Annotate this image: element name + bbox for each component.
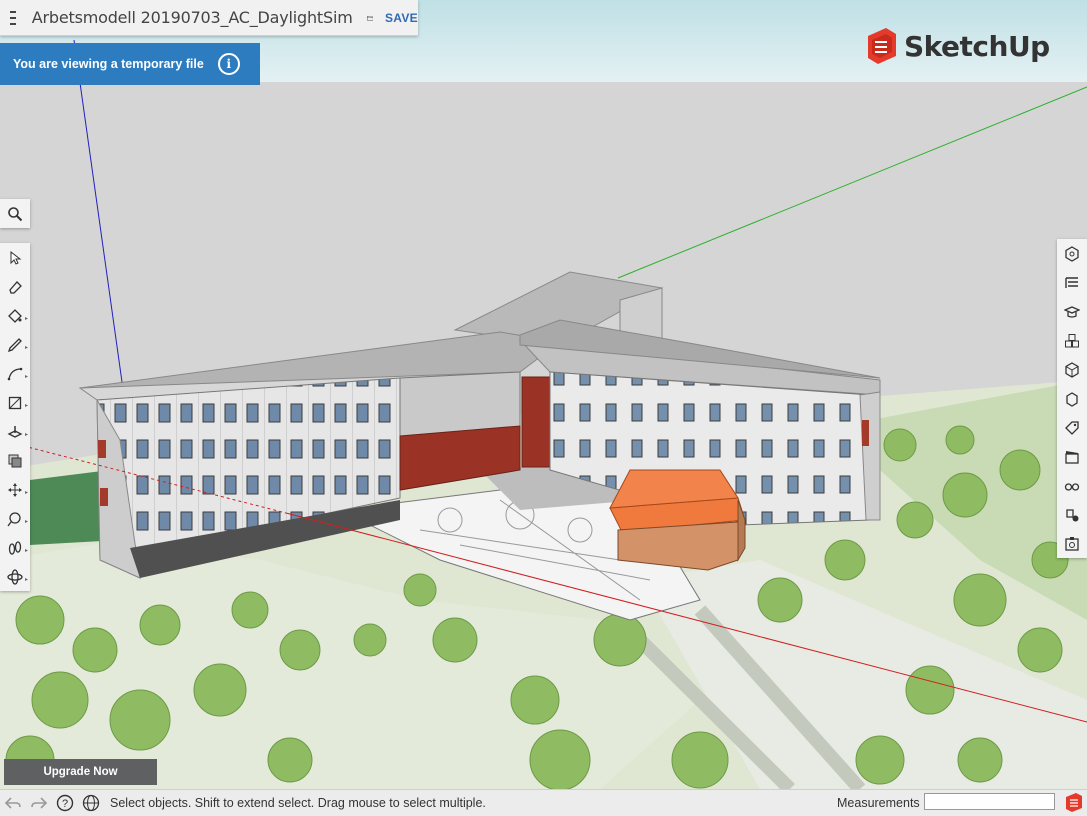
eraser-tool-button[interactable]	[0, 272, 30, 301]
instructor-icon	[1064, 305, 1080, 318]
pencil-icon	[7, 337, 22, 352]
sketchup-mini-icon[interactable]	[1064, 792, 1084, 813]
save-button[interactable]: SAVE	[385, 11, 418, 25]
components-icon	[1065, 333, 1079, 347]
orbit-icon	[7, 568, 23, 585]
model-viewport[interactable]	[0, 0, 1087, 789]
components-button[interactable]	[1057, 326, 1087, 355]
brand-name: SketchUp	[904, 29, 1050, 63]
push-pull-icon	[7, 425, 23, 438]
search-icon	[8, 206, 23, 221]
status-bar: ? Select objects. Shift to extend select…	[0, 789, 1087, 816]
undo-button[interactable]	[0, 792, 26, 814]
shadows-button[interactable]	[1057, 500, 1087, 529]
styles-button[interactable]	[1057, 384, 1087, 413]
offset-icon	[8, 454, 22, 467]
help-icon: ?	[56, 794, 74, 812]
search-button[interactable]	[0, 199, 30, 228]
tape-measure-icon	[7, 511, 21, 526]
offset-tool-button[interactable]	[0, 446, 30, 475]
styles-icon	[1066, 391, 1078, 407]
entity-info-icon	[1065, 245, 1079, 262]
push-pull-tool-button[interactable]: ▸	[0, 417, 30, 446]
temporary-file-banner: You are viewing a temporary file i	[0, 43, 260, 85]
upgrade-now-button[interactable]: Upgrade Now	[4, 759, 157, 785]
model-canvas	[0, 0, 1087, 789]
rectangle-icon	[8, 396, 22, 409]
select-arrow-icon	[10, 250, 22, 265]
orbit-tool-button[interactable]: ▸	[0, 562, 30, 591]
outliner-icon	[1065, 276, 1078, 288]
sketchup-logo-icon	[868, 28, 896, 64]
pencil-tool-button[interactable]: ▸	[0, 330, 30, 359]
sketchup-logo: SketchUp	[864, 26, 1050, 66]
paint-bucket-icon	[8, 308, 22, 323]
arc-icon	[7, 367, 23, 380]
info-icon[interactable]: i	[217, 53, 240, 75]
display-button[interactable]	[1057, 471, 1087, 500]
outliner-button[interactable]	[1057, 268, 1087, 297]
materials-button[interactable]	[1057, 355, 1087, 384]
folder-icon[interactable]	[366, 9, 373, 27]
file-bar: Arbetsmodell 20190703_AC_DaylightSim SAV…	[0, 0, 418, 36]
left-tool-toolbar: ▸ ▸ ▸ ▸ ▸ ▸ ▸ ▸ ▸	[0, 243, 30, 591]
materials-icon	[1065, 361, 1079, 378]
redo-icon	[31, 797, 48, 809]
move-icon	[8, 482, 22, 497]
move-tool-button[interactable]: ▸	[0, 475, 30, 504]
geo-location-button[interactable]	[78, 792, 104, 814]
rectangle-tool-button[interactable]: ▸	[0, 388, 30, 417]
tape-measure-tool-button[interactable]: ▸	[0, 504, 30, 533]
undo-icon	[4, 797, 21, 809]
status-hint: Select objects. Shift to extend select. …	[110, 796, 486, 810]
entity-info-button[interactable]	[1057, 239, 1087, 268]
paint-bucket-tool-button[interactable]: ▸	[0, 301, 30, 330]
redo-button[interactable]	[26, 792, 52, 814]
eraser-icon	[9, 280, 22, 294]
measurements-input[interactable]	[924, 793, 1055, 810]
arc-tool-button[interactable]: ▸	[0, 359, 30, 388]
select-tool-button[interactable]	[0, 243, 30, 272]
menu-icon[interactable]	[8, 9, 18, 27]
walk-icon	[8, 540, 22, 555]
svg-text:?: ?	[62, 798, 68, 810]
banner-text: You are viewing a temporary file	[13, 57, 204, 71]
measurements-label: Measurements	[837, 796, 920, 810]
instructor-button[interactable]	[1057, 297, 1087, 326]
tags-button[interactable]	[1057, 413, 1087, 442]
display-icon	[1064, 482, 1080, 491]
solar-north-icon	[1065, 536, 1079, 551]
help-button[interactable]: ?	[52, 792, 78, 814]
scenes-button[interactable]	[1057, 442, 1087, 471]
tags-icon	[1065, 420, 1079, 435]
walk-tool-button[interactable]: ▸	[0, 533, 30, 562]
scenes-icon	[1065, 450, 1079, 464]
globe-icon	[82, 794, 100, 812]
right-panel-toolbar	[1057, 239, 1087, 558]
shadows-icon	[1066, 508, 1079, 521]
search-toolbar	[0, 199, 30, 228]
solar-north-button[interactable]	[1057, 529, 1087, 558]
file-name[interactable]: Arbetsmodell 20190703_AC_DaylightSim	[32, 8, 353, 27]
